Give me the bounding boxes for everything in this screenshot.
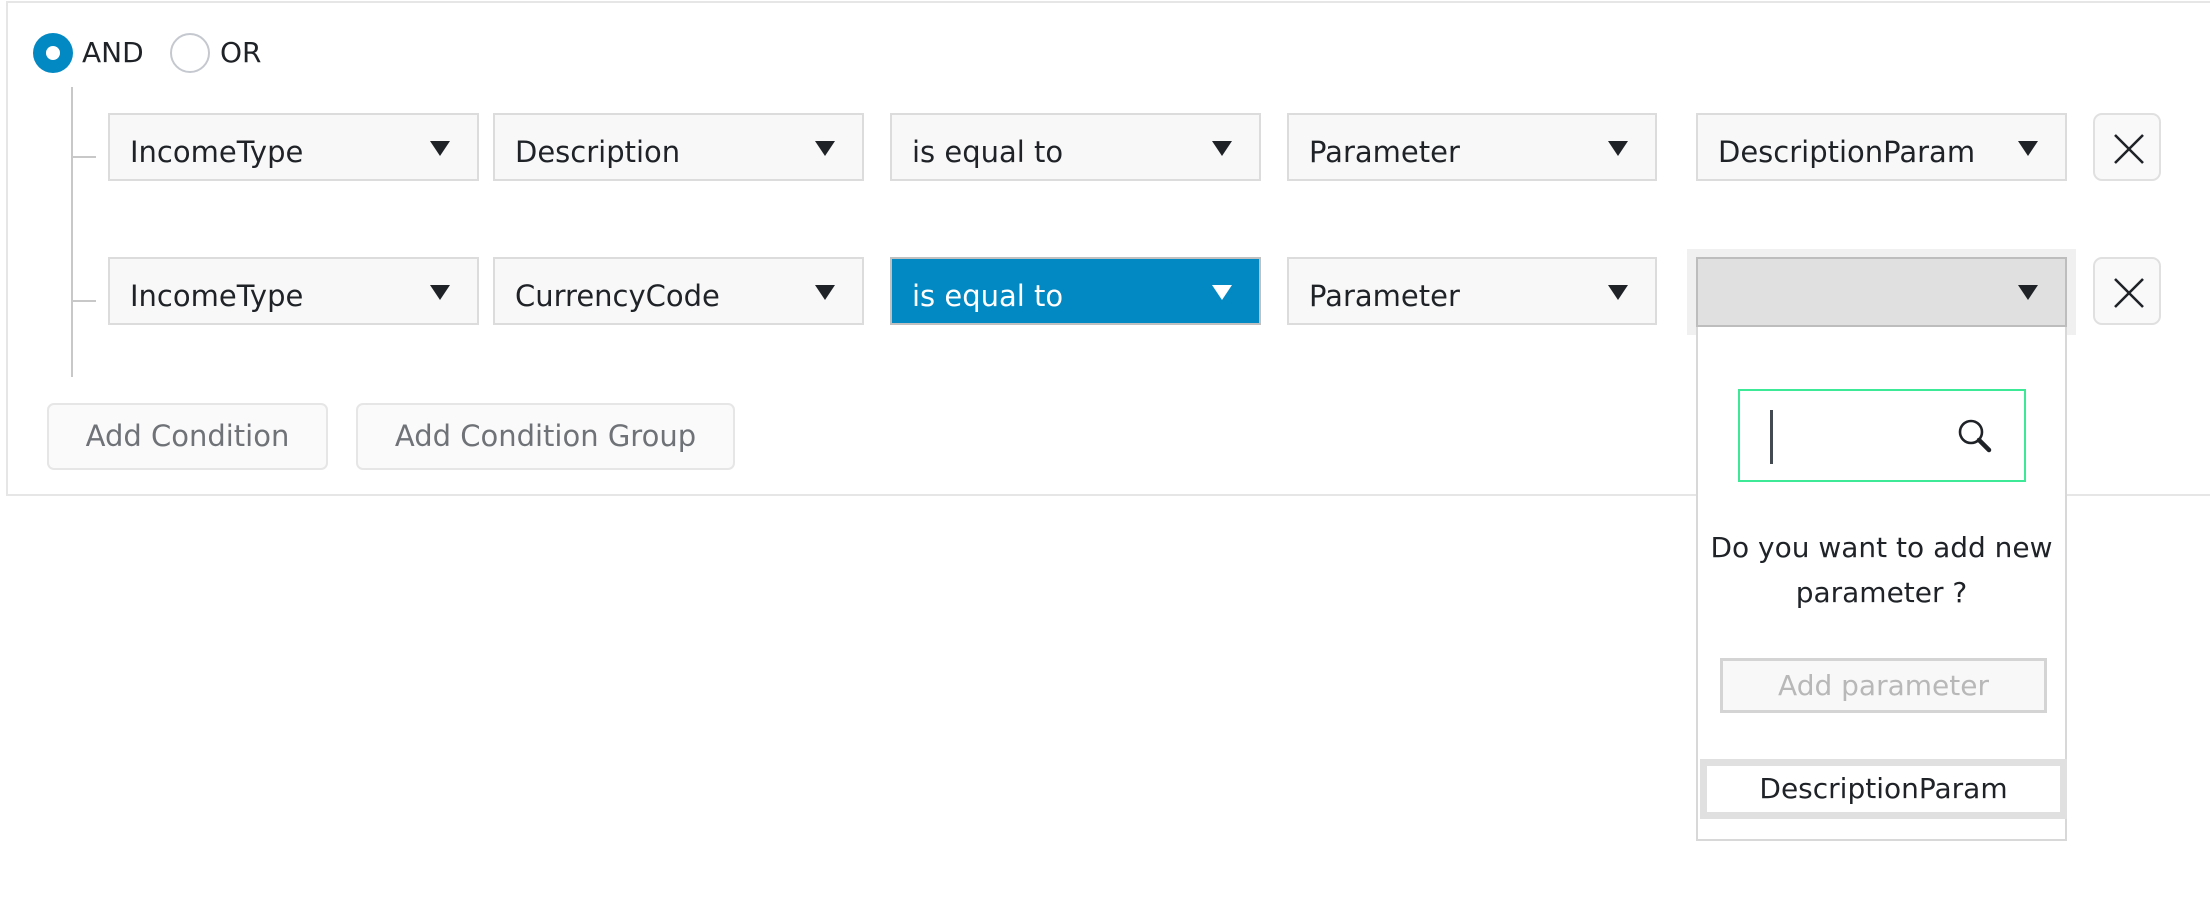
value-type-select-value: Parameter [1309, 279, 1460, 313]
or-radio-label: OR [220, 36, 262, 69]
close-icon [2114, 278, 2144, 308]
parameter-search-input[interactable] [1738, 389, 2026, 482]
field-select-value: Description [515, 135, 681, 169]
tree-connector [72, 300, 96, 302]
close-icon [2114, 134, 2144, 164]
and-radio[interactable] [33, 33, 73, 73]
field-select[interactable]: CurrencyCode [493, 257, 864, 325]
add-condition-group-button[interactable]: Add Condition Group [356, 403, 735, 470]
value-type-select-value: Parameter [1309, 135, 1460, 169]
caret-down-icon [430, 141, 450, 156]
field-select-value: CurrencyCode [515, 279, 720, 313]
text-cursor [1770, 410, 1773, 464]
add-parameter-button[interactable]: Add parameter [1720, 658, 2047, 713]
dropdown-option[interactable]: DescriptionParam [1700, 759, 2067, 819]
add-condition-button[interactable]: Add Condition [47, 403, 328, 470]
caret-down-icon [815, 141, 835, 156]
caret-down-icon [1212, 141, 1232, 156]
tree-connector [72, 156, 96, 158]
operator-select-value: is equal to [912, 135, 1064, 169]
value-select-value: DescriptionParam [1718, 135, 1976, 169]
entity-select[interactable]: IncomeType [108, 113, 479, 181]
operator-select[interactable]: is equal to [890, 113, 1261, 181]
tree-line [71, 87, 73, 377]
value-type-select[interactable]: Parameter [1287, 113, 1657, 181]
caret-down-icon [1212, 285, 1232, 300]
search-icon[interactable] [1956, 417, 1994, 455]
remove-condition-button[interactable] [2093, 257, 2161, 325]
value-select[interactable]: DescriptionParam [1696, 113, 2067, 181]
caret-down-icon [815, 285, 835, 300]
caret-down-icon [1608, 285, 1628, 300]
entity-select[interactable]: IncomeType [108, 257, 479, 325]
parameter-dropdown: Do you want to add new parameter ? Add p… [1696, 327, 2067, 841]
add-parameter-prompt: Do you want to add new parameter ? [1710, 531, 2053, 609]
and-radio-label: AND [82, 36, 144, 69]
entity-select-value: IncomeType [130, 279, 304, 313]
or-radio[interactable] [170, 33, 210, 73]
value-select-open[interactable] [1696, 257, 2067, 327]
value-type-select[interactable]: Parameter [1287, 257, 1657, 325]
caret-down-icon [2018, 285, 2038, 300]
entity-select-value: IncomeType [130, 135, 304, 169]
operator-select-value: is equal to [912, 279, 1064, 313]
operator-select[interactable]: is equal to [890, 257, 1261, 325]
remove-condition-button[interactable] [2093, 113, 2161, 181]
caret-down-icon [430, 285, 450, 300]
caret-down-icon [1608, 141, 1628, 156]
field-select[interactable]: Description [493, 113, 864, 181]
caret-down-icon [2018, 141, 2038, 156]
